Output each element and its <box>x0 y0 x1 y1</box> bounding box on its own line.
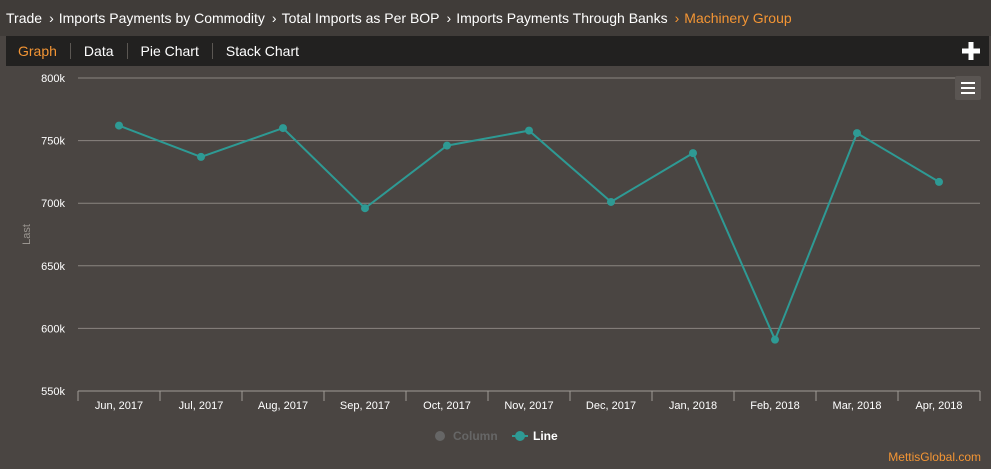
breadcrumb-item[interactable]: › Imports Payments Through Banks <box>440 10 668 26</box>
plus-icon[interactable] <box>961 41 981 61</box>
x-tick-label: Jan, 2018 <box>669 400 717 412</box>
y-tick-label: 600k <box>41 323 65 335</box>
legend-symbol <box>515 431 525 441</box>
y-tick-label: 800k <box>41 73 65 85</box>
chevron-right-icon: › <box>271 10 277 26</box>
x-tick-label: Jun, 2017 <box>95 400 143 412</box>
chevron-right-icon: › <box>674 10 680 26</box>
x-tick-label: Nov, 2017 <box>504 400 553 412</box>
breadcrumb-label: Trade <box>6 10 43 26</box>
data-point <box>689 149 697 158</box>
tab-data[interactable]: Data <box>69 43 127 59</box>
data-point <box>771 335 779 344</box>
breadcrumb-label: Imports Payments by Commodity <box>58 10 265 26</box>
data-point <box>197 152 205 161</box>
legend-item-column[interactable]: Column <box>435 429 498 443</box>
legend-label: Column <box>453 429 498 443</box>
breadcrumb-item[interactable]: › Total Imports as Per BOP <box>265 10 440 26</box>
y-tick-label: 750k <box>41 136 65 148</box>
y-axis-title: Last <box>21 224 33 245</box>
data-point <box>607 197 615 206</box>
data-point <box>279 124 287 133</box>
breadcrumb-item: › Machinery Group <box>668 10 792 26</box>
legend-symbol <box>435 431 445 441</box>
x-tick-label: Oct, 2017 <box>423 400 471 412</box>
breadcrumb-item[interactable]: Trade <box>6 10 42 26</box>
data-point <box>361 204 369 213</box>
x-tick-label: Mar, 2018 <box>833 400 882 412</box>
breadcrumb-label: Machinery Group <box>684 10 792 26</box>
y-tick-label: 550k <box>41 386 65 398</box>
legend-item-line[interactable]: Line <box>512 429 558 443</box>
x-tick-label: Feb, 2018 <box>750 400 800 412</box>
x-tick-label: Apr, 2018 <box>915 400 962 412</box>
chevron-right-icon: › <box>49 10 54 26</box>
y-tick-label: 650k <box>41 261 65 273</box>
series-line-line <box>118 124 940 343</box>
tab-pie-chart[interactable]: Pie Chart <box>126 43 212 59</box>
line-chart: 550k 600k 650k 700k 750k 800k Jun, 2017 Jul, 20… <box>21 73 981 443</box>
breadcrumb-label: Total Imports as Per BOP <box>281 10 440 26</box>
tab-stack-chart[interactable]: Stack Chart <box>211 43 312 59</box>
x-tick-label: Aug, 2017 <box>258 400 308 412</box>
x-tick-label: Jul, 2017 <box>179 400 224 412</box>
data-point <box>935 177 943 186</box>
x-tick-label: Sep, 2017 <box>340 400 390 412</box>
chart-menu-button[interactable] <box>955 76 981 100</box>
x-tick-label: Dec, 2017 <box>586 400 636 412</box>
chevron-right-icon: › <box>446 10 452 26</box>
data-point <box>115 121 123 130</box>
data-point <box>525 126 533 135</box>
breadcrumb-item[interactable]: › Imports Payments by Commodity <box>42 10 265 26</box>
y-tick-label: 700k <box>41 198 65 210</box>
breadcrumb: Trade › Imports Payments by Commodity › Tota… <box>0 0 991 36</box>
breadcrumb-label: Imports Payments Through Banks <box>456 10 668 26</box>
legend-label: Line <box>533 429 558 443</box>
data-point <box>853 129 861 138</box>
tab-graph[interactable]: Graph <box>6 43 70 59</box>
watermark: MettisGlobal.com <box>888 450 981 464</box>
chart-tab-bar: Graph Data Pie Chart Stack Chart <box>6 36 989 66</box>
hamburger-menu-icon <box>961 82 975 94</box>
data-point <box>443 141 451 150</box>
